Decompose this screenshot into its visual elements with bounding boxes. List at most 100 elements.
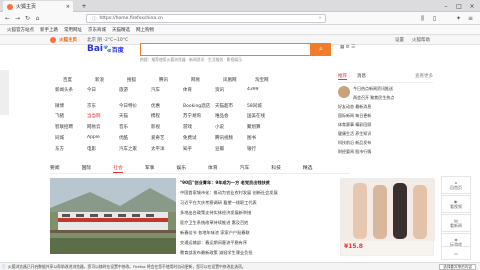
grid-link[interactable]: 携程 [151,113,183,119]
panel-line[interactable]: 体育赛事 精彩回顾 [338,122,433,128]
category-tab[interactable]: 精选 [303,164,313,173]
tab-recommend[interactable]: 推荐 [338,73,347,80]
news-item[interactable]: 医疗卫生系统改革持续推进 惠及百姓 [180,218,336,228]
grid-link[interactable]: 智联招聘 [55,124,87,130]
grid-link[interactable]: 爱奇艺 [151,135,183,141]
forward-icon[interactable]: → [13,14,22,23]
bookmark-item[interactable]: 天猫精选 [110,27,132,33]
grid-link[interactable]: 优惠 [151,103,183,109]
grid-link[interactable]: 今日特价 [119,103,151,109]
panel-line[interactable]: 国际新闻 每日更新 [338,113,433,119]
grid-link[interactable]: 天猫超市 [215,103,247,109]
bookmark-item[interactable]: 常用网址 [62,27,84,33]
news-image[interactable] [50,178,176,254]
side-home[interactable]: ⌂ 回首页 [441,176,471,194]
sidebar-icon[interactable]: ▯ [430,14,439,23]
grid-link[interactable]: 旅游 [119,87,151,93]
back-icon[interactable]: ← [3,14,12,23]
reload-icon[interactable]: ↻ [23,14,32,23]
avatar[interactable] [338,86,350,98]
grid-link[interactable]: 淘宝网 [255,77,287,83]
tab-messages[interactable]: 消息 [357,73,366,80]
news-item[interactable]: 中国首家城市化：推动为农业农村发展 创新社会发展 [180,188,336,198]
panel-line[interactable]: 好友动态 最新消息 [338,104,433,110]
site-info-icon[interactable]: ⓘ [92,16,97,22]
grid-link[interactable]: 飞猪 [55,113,87,119]
grid-link[interactable]: 汽车 [151,87,183,93]
search-input[interactable] [140,43,311,56]
grid-link[interactable]: 聚划算 [247,124,279,130]
news-item[interactable]: 教育部发布最新政策 减轻学生课业负担 [180,248,336,258]
panel-line[interactable]: 今日热点新闻资讯推送 [353,86,433,92]
category-tab[interactable]: 体育 [208,164,218,173]
grid-link[interactable]: 苏宁易购 [183,113,215,119]
grid-link[interactable]: 小说 [215,124,247,130]
news-item[interactable]: 交通运输部：春运期间客流平稳有序 [180,238,336,248]
grid-link[interactable]: 天猫 [119,113,151,119]
grid-link[interactable]: 新闻头条 [55,87,87,93]
grid-link[interactable]: 影视 [151,124,183,130]
category-tab[interactable]: 汽车 [240,164,250,173]
window-close-icon[interactable]: × [466,1,478,11]
news-item[interactable]: 多地出台政策支持实体经济发展新举措 [180,208,336,218]
panel-line[interactable]: 财经要闻 股市行情 [338,149,433,155]
grid-link[interactable]: 腾讯 [159,77,191,83]
side-video[interactable]: ▶ 看视频 [441,195,471,213]
grid-link[interactable]: 游戏 [183,124,215,130]
grid-link[interactable]: 音乐 [119,124,151,130]
bookmark-item[interactable]: 新手上路 [38,27,60,33]
grid-link[interactable]: 国美在线 [247,113,279,119]
more-tools[interactable]: ▦ ⚙ ☰ [340,45,355,50]
grid-link[interactable]: 搜狐 [127,77,159,83]
library-icon[interactable]: ⫼ [418,14,427,23]
grid-link[interactable]: Booking酒店 [183,103,215,109]
minimize-icon[interactable]: – [440,1,452,11]
category-tab[interactable]: 国际 [82,164,92,173]
news-item[interactable]: 新春佳节 各地年味浓 家家户户贴春联 [180,228,336,238]
grid-link[interactable]: 免费试 [183,135,215,141]
grid-link[interactable]: 唯品会 [215,113,247,119]
panel-line[interactable]: 两会召开 聚焦民生热点 [353,95,433,101]
grid-link[interactable]: 东方 [55,146,87,152]
grid-link[interactable]: 汽车之家 [119,146,151,152]
ad-banner[interactable]: ¥15.8 [340,178,435,256]
close-tab-icon[interactable]: × [66,4,70,10]
grid-link[interactable]: 知乎 [183,146,215,152]
panel-line[interactable]: 健康生活 养生知识 [338,131,433,137]
header-link-settings[interactable]: 设置 [395,37,404,43]
category-tab[interactable]: 科技 [271,164,281,173]
tab-more[interactable]: 查看更多 [415,73,433,80]
grid-link[interactable]: 京东 [87,103,119,109]
home-button-icon[interactable]: ⌂ [33,14,42,23]
grid-link[interactable]: 网易 [191,77,223,83]
grid-link[interactable]: 58同城 [247,103,279,109]
header-link-help[interactable]: 火狐帮助 [412,37,430,43]
grid-link[interactable]: Apple [87,135,119,141]
grid-link[interactable]: 新浪 [95,77,127,83]
bookmark-star-icon[interactable]: ☆ [318,16,322,21]
grid-link[interactable]: 电影 [87,146,119,152]
grid-link[interactable]: 太平洋 [151,146,183,152]
news-headline[interactable]: "90后"创业青年：9年成为一方 老党员出钱扶贫 [180,178,336,188]
bookmark-item[interactable]: 京东商城 [86,27,108,33]
menu-icon[interactable]: ≡ [466,14,475,23]
grid-link[interactable]: 腾讯视频 [215,135,247,141]
search-button[interactable]: ⌕ [311,43,331,56]
category-tab[interactable]: 要闻 [50,164,60,173]
grid-link[interactable]: 图书 [247,135,279,141]
grid-link[interactable]: 优酷 [119,135,151,141]
panel-line[interactable]: 科技前沿 新品发布 [338,140,433,146]
new-tab-icon[interactable]: + [78,1,90,11]
grid-link[interactable]: 网易云 [87,124,119,130]
url-bar[interactable]: ⓘ https://home.firefoxchina.cn ☆ [86,14,326,23]
grid-link[interactable]: 豆瓣 [215,146,247,152]
grid-link[interactable]: 凤凰网 [223,77,255,83]
bookmark-item[interactable]: 网上购物 [134,27,156,33]
page-brand[interactable]: 火狐主页 [59,37,77,43]
category-tab[interactable]: 娱乐 [176,164,186,173]
grid-link[interactable]: 今日 [87,87,119,93]
category-tab[interactable]: 军事 [145,164,155,173]
extensions-icon[interactable]: ✦ [454,14,463,23]
baidu-logo[interactable]: Bai 🐾 百度 [87,42,135,56]
grid-link[interactable]: 银行 [247,146,279,152]
